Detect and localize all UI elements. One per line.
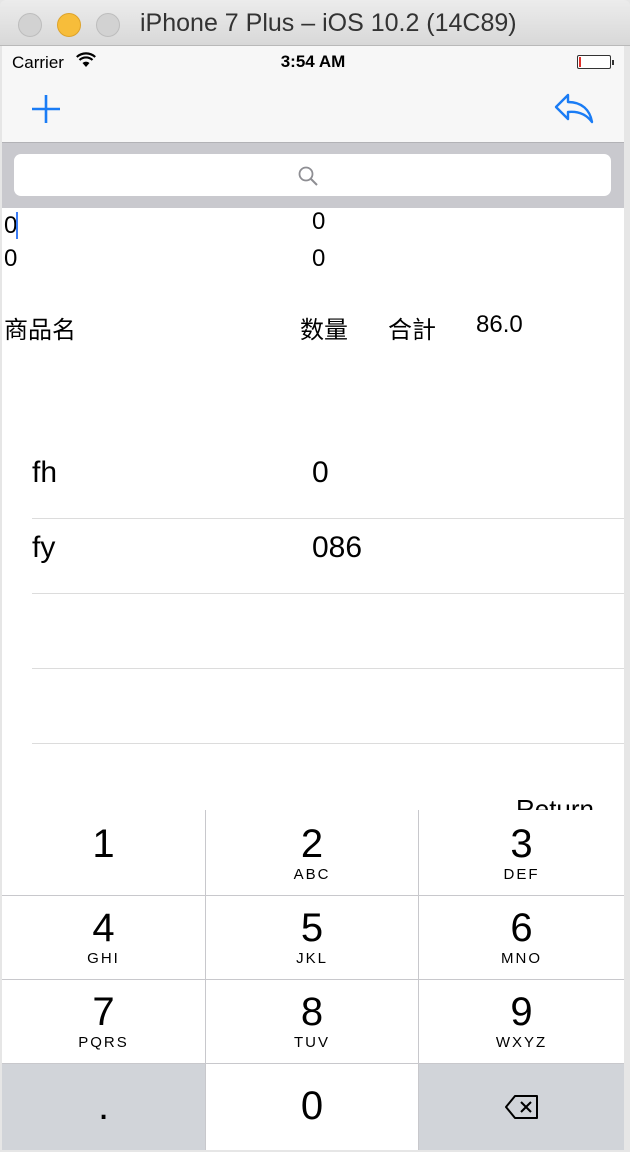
search-icon — [297, 165, 319, 192]
key-5[interactable]: 5 JKL — [206, 896, 419, 980]
key-digit: 1 — [92, 822, 115, 866]
total-value: 86.0 — [476, 311, 523, 338]
key-letters: TUV — [294, 1034, 330, 1051]
key-digit: 2 — [300, 822, 324, 866]
key-6[interactable]: 6 MNO — [419, 896, 624, 980]
item-quantity: 0 — [312, 456, 329, 489]
add-button[interactable] — [26, 89, 66, 129]
counter-left-2: 0 — [4, 245, 18, 272]
key-7[interactable]: 7 PQRS — [2, 980, 206, 1064]
key-digit: 4 — [92, 906, 115, 950]
row-separator — [32, 668, 624, 669]
key-letters: ABC — [293, 866, 331, 883]
key-8[interactable]: 8 TUV — [206, 980, 419, 1064]
total-label: 合計 — [388, 317, 436, 344]
status-time: 3:54 AM — [280, 52, 346, 71]
search-bar — [2, 142, 624, 208]
item-name: fh — [32, 456, 58, 489]
window-title: iPhone 7 Plus – iOS 10.2 (14C89) — [140, 9, 517, 37]
item-quantity: 086 — [312, 531, 363, 564]
key-digit: 3 — [510, 822, 533, 866]
battery-icon — [577, 55, 614, 69]
simulator-title-bar: iPhone 7 Plus – iOS 10.2 (14C89) — [0, 0, 630, 46]
row-separator — [32, 743, 624, 744]
key-digit: 0 — [300, 1084, 324, 1128]
key-0[interactable]: 0 — [206, 1064, 419, 1150]
key-letters: WXYZ — [495, 1034, 548, 1051]
backspace-icon — [504, 1095, 538, 1119]
device-screen: Carrier 3:54 AM 0 0 0 0 商品名 数量 合計 86.0 f… — [2, 46, 624, 1150]
product-name-header: 商品名 — [4, 317, 76, 344]
window-close-button[interactable] — [18, 13, 42, 37]
row-separator — [32, 593, 624, 594]
status-bar: Carrier 3:54 AM — [2, 46, 624, 80]
key-1[interactable]: 1 — [2, 810, 206, 896]
key-decimal[interactable]: . — [2, 1064, 206, 1150]
item-name: fy — [32, 531, 56, 564]
window-zoom-button[interactable] — [96, 13, 120, 37]
key-letters: PQRS — [78, 1034, 129, 1051]
key-digit: 8 — [300, 990, 324, 1034]
navigation-bar — [2, 80, 624, 142]
counter-right-1: 0 — [312, 208, 326, 235]
quantity-header: 数量 — [300, 317, 348, 344]
key-letters: DEF — [503, 866, 540, 883]
plus-icon — [32, 95, 60, 123]
reply-arrow-icon — [554, 93, 594, 124]
number-keypad: Return 1 2 ABC 3 DEF 4 GHI 5 JKL 6 MNO 7… — [2, 794, 624, 1150]
window-minimize-button[interactable] — [57, 13, 81, 37]
row-separator — [32, 518, 624, 519]
key-letters: JKL — [296, 950, 328, 967]
key-digit: 7 — [92, 990, 115, 1034]
key-9[interactable]: 9 WXYZ — [419, 980, 624, 1064]
key-letters: MNO — [501, 950, 542, 967]
key-3[interactable]: 3 DEF — [419, 810, 624, 896]
key-digit: 5 — [300, 906, 324, 950]
key-2[interactable]: 2 ABC — [206, 810, 419, 896]
counter-right-2: 0 — [312, 245, 326, 272]
key-digit: . — [97, 1084, 110, 1128]
delete-key[interactable] — [419, 1064, 624, 1150]
text-cursor — [16, 212, 18, 239]
reply-button[interactable] — [552, 89, 594, 129]
key-4[interactable]: 4 GHI — [2, 896, 206, 980]
key-letters: GHI — [87, 950, 120, 967]
key-digit: 6 — [510, 906, 533, 950]
search-field[interactable] — [14, 154, 611, 196]
key-digit: 9 — [510, 990, 533, 1034]
